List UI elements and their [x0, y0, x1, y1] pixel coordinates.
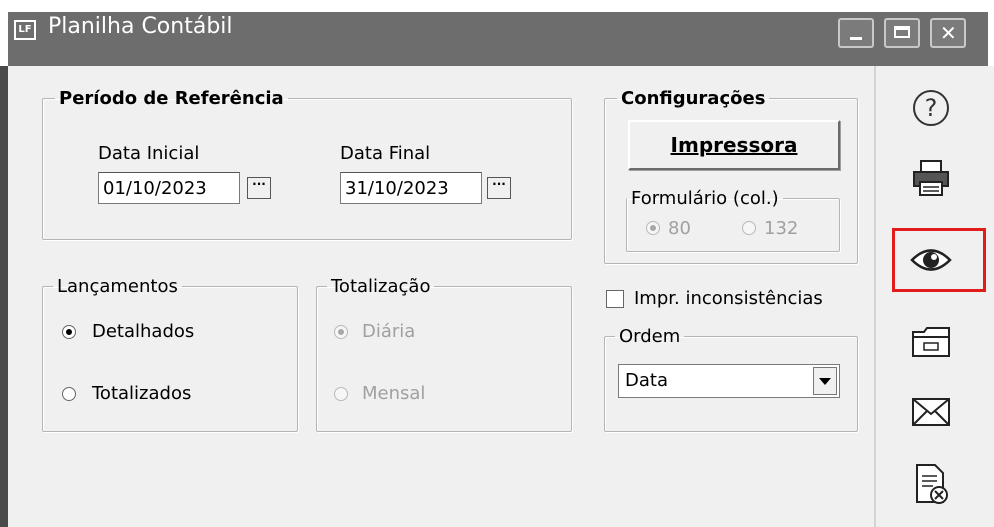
- maximize-button[interactable]: [884, 18, 920, 48]
- detalhados-radio[interactable]: [62, 325, 76, 339]
- mensal-radio[interactable]: [334, 387, 348, 401]
- totalizacao-legend: Totalização: [331, 276, 431, 297]
- inconsistencias-label: Impr. inconsistências: [634, 288, 823, 309]
- periodo-group: Período de Referência: [42, 88, 572, 240]
- configuracoes-legend: Configurações: [621, 88, 766, 109]
- window-title: Planilha Contábil: [48, 14, 233, 39]
- ordem-legend: Ordem: [619, 326, 681, 347]
- periodo-legend: Período de Referência: [59, 88, 284, 109]
- formulario-legend: Formulário (col.): [631, 188, 779, 209]
- formulario-132-radio[interactable]: [742, 221, 756, 235]
- formulario-group: Formulário (col.): [626, 188, 840, 252]
- minimize-button[interactable]: [838, 18, 874, 48]
- folder-icon[interactable]: [906, 318, 956, 366]
- totalizados-label: Totalizados: [92, 383, 192, 404]
- diaria-label: Diária: [362, 321, 416, 342]
- data-final-input[interactable]: [340, 172, 482, 204]
- lancamentos-group: Lançamentos: [42, 276, 298, 432]
- eye-icon-highlight: [892, 228, 986, 292]
- ordem-select-value: Data: [625, 370, 668, 391]
- diaria-radio[interactable]: [334, 325, 348, 339]
- mensal-label: Mensal: [362, 383, 426, 404]
- impressora-button-label: Impressora: [670, 133, 798, 157]
- inconsistencias-checkbox[interactable]: [606, 290, 624, 308]
- totalizacao-group: Totalização: [316, 276, 572, 432]
- formulario-132-label: 132: [764, 218, 799, 239]
- data-inicial-label: Data Inicial: [98, 143, 200, 164]
- side-toolbar: [874, 66, 994, 527]
- title-bar: LF Planilha Contábil ✕: [0, 0, 994, 66]
- printer-icon[interactable]: [906, 154, 956, 202]
- ordem-select[interactable]: Data: [618, 364, 840, 398]
- close-icon: ✕: [940, 21, 957, 45]
- formulario-80-radio[interactable]: [646, 221, 660, 235]
- lancamentos-legend: Lançamentos: [57, 276, 178, 297]
- app-icon: LF: [14, 20, 36, 40]
- data-final-label: Data Final: [340, 143, 431, 164]
- help-icon[interactable]: ?: [906, 84, 956, 132]
- mail-icon[interactable]: [906, 388, 956, 436]
- data-inicial-picker-button[interactable]: ···: [247, 177, 271, 199]
- data-final-picker-button[interactable]: ···: [487, 177, 511, 199]
- document-cancel-icon[interactable]: [906, 460, 956, 508]
- chevron-down-icon[interactable]: [813, 367, 837, 395]
- detalhados-label: Detalhados: [92, 321, 195, 342]
- svg-text:?: ?: [925, 94, 938, 122]
- window-left-border: [0, 66, 8, 527]
- close-button[interactable]: ✕: [930, 18, 966, 48]
- formulario-80-label: 80: [668, 218, 691, 239]
- impressora-button[interactable]: Impressora: [628, 120, 840, 170]
- totalizados-radio[interactable]: [62, 387, 76, 401]
- data-inicial-input[interactable]: [98, 172, 240, 204]
